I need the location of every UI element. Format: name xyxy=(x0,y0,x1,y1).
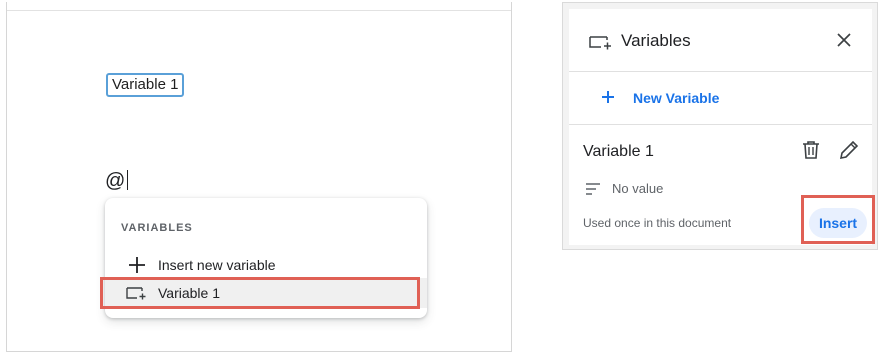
variable-icon xyxy=(125,283,149,303)
plus-icon xyxy=(125,255,149,275)
menu-item-label: Insert new variable xyxy=(158,257,276,273)
at-symbol: @ xyxy=(105,170,126,192)
menu-item-label: Variable 1 xyxy=(158,285,221,301)
close-icon[interactable] xyxy=(836,33,852,49)
new-variable-label: New Variable xyxy=(633,90,720,106)
variables-panel-card: Variables New Variable Variable 1 No val… xyxy=(569,9,872,245)
usage-text: Used once in this document xyxy=(583,216,732,230)
pencil-icon[interactable] xyxy=(839,140,859,165)
variable-chip[interactable]: Variable 1 xyxy=(106,73,185,97)
panel-title: Variables xyxy=(621,31,691,50)
menu-heading: VARIABLES xyxy=(121,222,193,234)
variable-icon xyxy=(589,35,613,55)
variables-suggestion-menu: VARIABLES Insert new variable Variable 1 xyxy=(105,198,427,318)
panel-header: Variables xyxy=(569,9,872,72)
document-canvas[interactable]: Variable 1 @ VARIABLES Insert new variab… xyxy=(6,2,512,352)
text-lines-icon xyxy=(585,182,601,200)
trash-icon[interactable] xyxy=(802,140,820,165)
menu-item-insert-new-variable[interactable]: Insert new variable xyxy=(105,250,427,280)
insert-button[interactable]: Insert xyxy=(809,208,867,238)
variables-panel: Variables New Variable Variable 1 No val… xyxy=(562,2,878,250)
menu-item-variable-1[interactable]: Variable 1 xyxy=(105,278,427,308)
typing-line[interactable]: @ xyxy=(105,170,129,192)
variable-value: No value xyxy=(612,181,664,196)
variable-name: Variable 1 xyxy=(583,143,654,160)
text-cursor xyxy=(127,170,129,190)
plus-icon xyxy=(601,85,615,109)
new-variable-button[interactable]: New Variable xyxy=(569,72,872,125)
page-top-border xyxy=(7,10,511,11)
